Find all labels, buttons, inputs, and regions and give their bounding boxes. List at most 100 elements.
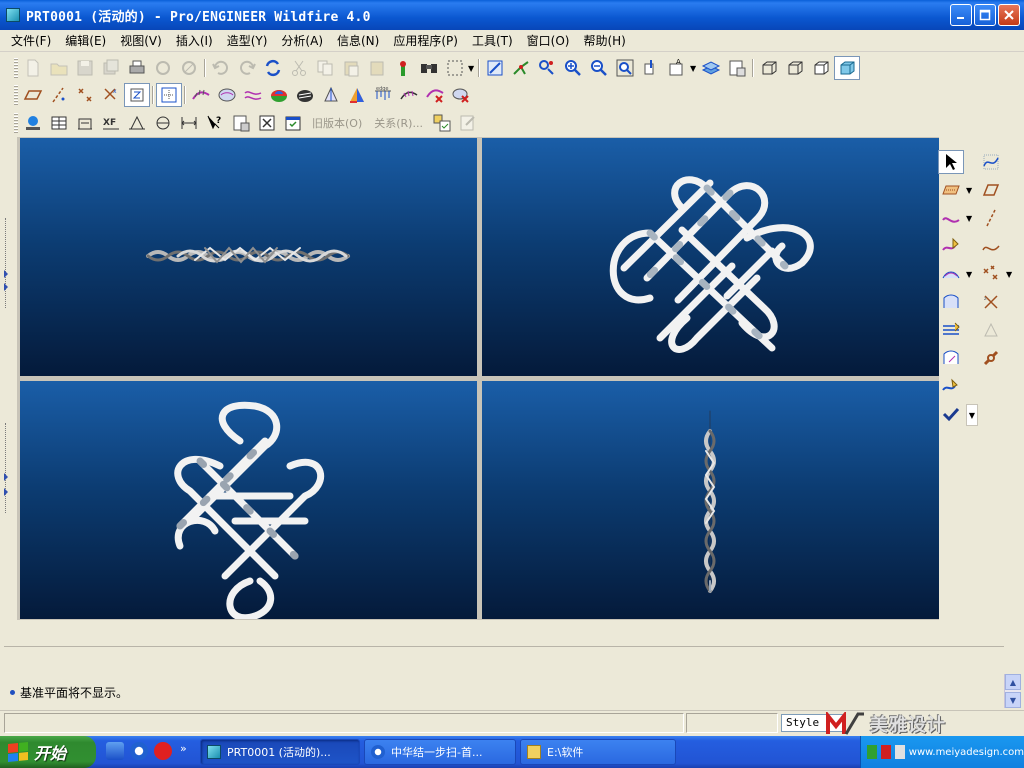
selection-dropdown-icon[interactable]: ▼: [468, 64, 476, 73]
menu-view[interactable]: 视图(V): [113, 32, 169, 49]
paste-special-icon[interactable]: [364, 56, 390, 80]
message-scrollbar[interactable]: ▲ ▼: [1004, 674, 1021, 708]
datum-point-display-icon[interactable]: [72, 83, 98, 107]
select-arrow-icon[interactable]: [938, 150, 964, 174]
sketch-grid-icon[interactable]: [156, 83, 182, 107]
draft-analysis-icon[interactable]: [318, 83, 344, 107]
refit-icon[interactable]: [612, 56, 638, 80]
viewport-top[interactable]: [482, 138, 939, 376]
offset-analysis-icon[interactable]: [240, 83, 266, 107]
context-help-icon[interactable]: ?: [202, 111, 228, 135]
xsection-icon[interactable]: XF: [98, 111, 124, 135]
slope-analysis-icon[interactable]: [344, 83, 370, 107]
paste-icon[interactable]: [338, 56, 364, 80]
open-folder-icon[interactable]: [46, 56, 72, 80]
app-shortcut-icon[interactable]: [154, 742, 172, 760]
tray-volume-icon[interactable]: [894, 745, 905, 759]
program-icon[interactable]: [455, 111, 481, 135]
screen-capture-icon[interactable]: [228, 111, 254, 135]
zoom-out-icon[interactable]: [586, 56, 612, 80]
shaded-curvature-icon[interactable]: [266, 83, 292, 107]
navigator-rail[interactable]: [0, 138, 12, 620]
datum-point-dropdown-icon[interactable]: ▼: [1006, 270, 1014, 279]
hidden-line-icon[interactable]: [782, 56, 808, 80]
quick-launch-more-icon[interactable]: »: [180, 742, 187, 760]
minimize-button[interactable]: [950, 4, 972, 26]
menu-style[interactable]: 造型(Y): [220, 32, 275, 49]
cut-icon[interactable]: [286, 56, 312, 80]
trim-icon[interactable]: [938, 318, 964, 342]
menu-help[interactable]: 帮助(H): [576, 32, 632, 49]
print-icon[interactable]: [124, 56, 150, 80]
surface-tool-icon[interactable]: [938, 262, 964, 286]
annotation-display-icon[interactable]: [124, 83, 150, 107]
viewport-right[interactable]: [482, 381, 939, 619]
find-icon[interactable]: [416, 56, 442, 80]
close-button[interactable]: [998, 4, 1020, 26]
coordinate-system-tool-icon[interactable]: z: [978, 290, 1004, 314]
sketch-curve-icon[interactable]: [938, 234, 964, 258]
saved-views-icon[interactable]: A: [664, 56, 690, 80]
surface-blend-icon[interactable]: [938, 290, 964, 314]
task-explorer[interactable]: E:\软件: [520, 739, 676, 765]
reflection-analysis-icon[interactable]: [292, 83, 318, 107]
menu-edit[interactable]: 编辑(E): [58, 32, 113, 49]
model-tree-info-icon[interactable]: [20, 111, 46, 135]
datum-plane-display-icon[interactable]: [20, 83, 46, 107]
datum-curve-icon[interactable]: [978, 234, 1004, 258]
menu-applications[interactable]: 应用程序(P): [386, 32, 465, 49]
toolbar-grip[interactable]: [14, 58, 18, 78]
plane-icon[interactable]: [978, 178, 1004, 202]
layers-icon[interactable]: [698, 56, 724, 80]
new-file-icon[interactable]: [20, 56, 46, 80]
spin-center-icon[interactable]: [508, 56, 534, 80]
scroll-up-icon[interactable]: ▲: [1005, 674, 1021, 690]
regenerate-icon[interactable]: [260, 56, 286, 80]
bill-of-materials-icon[interactable]: [46, 111, 72, 135]
measure-icon[interactable]: [72, 111, 98, 135]
dihedral-analysis-icon[interactable]: edge: [370, 83, 396, 107]
menu-window[interactable]: 窗口(O): [520, 32, 577, 49]
selection-box-icon[interactable]: [442, 56, 468, 80]
delete-analysis-icon[interactable]: [448, 83, 474, 107]
curvature-analysis-icon[interactable]: [188, 83, 214, 107]
save-icon[interactable]: [72, 56, 98, 80]
datum-axis-display-icon[interactable]: [46, 83, 72, 107]
done-check-icon[interactable]: [938, 402, 964, 426]
no-hidden-icon[interactable]: [808, 56, 834, 80]
shading-icon[interactable]: [834, 56, 860, 80]
menu-analysis[interactable]: 分析(A): [274, 32, 330, 49]
viewport-front[interactable]: [20, 138, 477, 376]
surface-dropdown-icon[interactable]: ▼: [966, 270, 974, 279]
mass-properties-icon[interactable]: [124, 111, 150, 135]
expand-arrow-icon[interactable]: [4, 283, 8, 291]
delete-curvature-icon[interactable]: [422, 83, 448, 107]
activate-window-icon[interactable]: [280, 111, 306, 135]
viewport-iso[interactable]: [20, 381, 477, 619]
distance-icon[interactable]: [176, 111, 202, 135]
surface-edit-icon[interactable]: [938, 346, 964, 370]
global-interference-icon[interactable]: [150, 111, 176, 135]
toolbar-grip[interactable]: [14, 113, 18, 133]
scroll-down-icon[interactable]: ▼: [1005, 692, 1021, 708]
menu-tools[interactable]: 工具(T): [465, 32, 520, 49]
desktop-icon[interactable]: [106, 742, 124, 760]
curve-curvature-icon[interactable]: [396, 83, 422, 107]
undo-icon[interactable]: [208, 56, 234, 80]
expand-arrow-icon[interactable]: [4, 270, 8, 278]
redo-icon[interactable]: [234, 56, 260, 80]
start-button[interactable]: 开始: [0, 736, 96, 768]
reorient-icon[interactable]: [638, 56, 664, 80]
menu-insert[interactable]: 插入(I): [169, 32, 220, 49]
message-window[interactable]: 基准平面将不显示。: [4, 674, 1002, 704]
save-copy-icon[interactable]: [98, 56, 124, 80]
expand-arrow-icon[interactable]: [4, 473, 8, 481]
maximize-button[interactable]: [974, 4, 996, 26]
datum-plane-dropdown-icon[interactable]: ▼: [966, 186, 974, 195]
task-proe[interactable]: PRT0001 (活动的)...: [200, 739, 360, 765]
send-link-icon[interactable]: [176, 56, 202, 80]
done-dropdown-icon[interactable]: ▼: [966, 404, 978, 426]
section-analysis-icon[interactable]: [214, 83, 240, 107]
old-version-menu[interactable]: 旧版本(O): [306, 115, 368, 131]
expand-arrow-icon[interactable]: [4, 488, 8, 496]
